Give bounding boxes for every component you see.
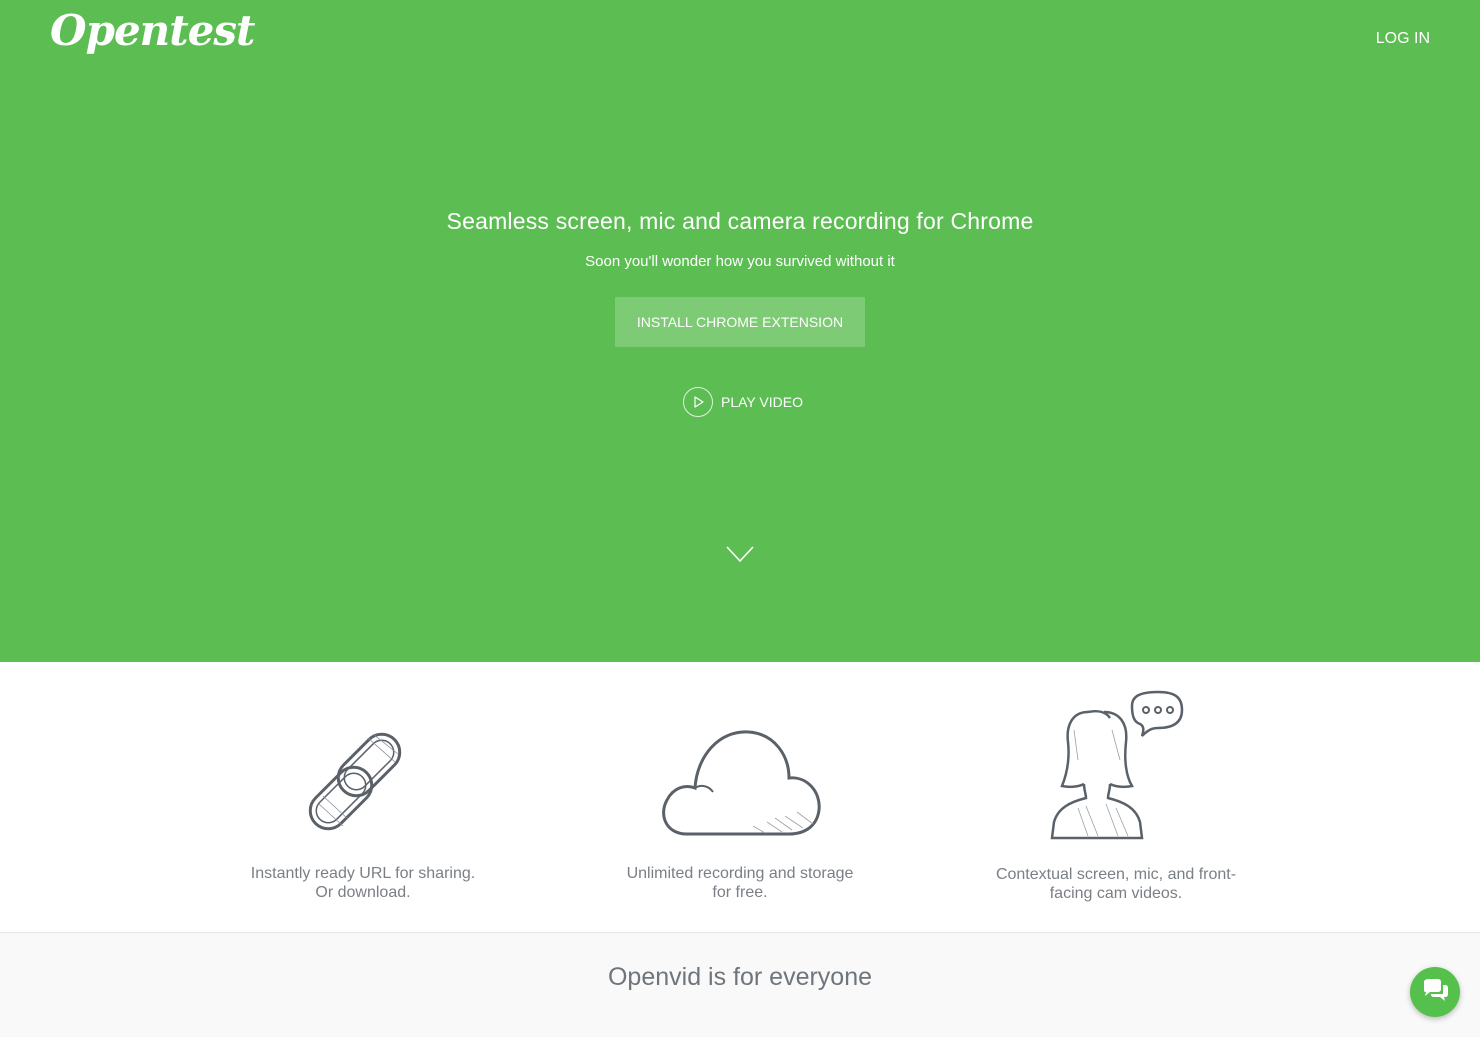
login-link[interactable]: LOG IN [1376,30,1430,48]
feature-sharing: Instantly ready URL for sharing. Or down… [213,864,513,902]
feature-contextual-line1: Contextual screen, mic, and front- [995,866,1237,883]
hero-headline: Seamless screen, mic and camera recordin… [446,208,1034,234]
feature-storage-line2: for free. [712,884,768,901]
section-title: Openvid is for everyone [607,963,873,991]
chat-bubbles-icon [1421,978,1449,1007]
features-section: Instantly ready URL for sharing. Or down… [0,662,1480,933]
bottom-section: Openvid is for everyone [0,933,1480,1037]
feature-storage: Unlimited recording and storage for free… [590,864,890,902]
hero-section: Opentest LOG IN Seamless screen, mic and… [0,0,1480,662]
play-video-button[interactable]: PLAY VIDEO [683,386,803,418]
logo[interactable]: Opentest [50,6,255,55]
feature-sharing-line2: Or download. [315,884,411,901]
play-icon [683,387,713,417]
feature-sharing-line1: Instantly ready URL for sharing. [250,865,476,882]
feature-storage-line1: Unlimited recording and storage [626,865,854,882]
play-video-label: PLAY VIDEO [721,394,803,410]
person-speech-bubble-icon [1048,690,1188,845]
cloud-icon [657,726,823,843]
feature-contextual-line2: facing cam videos. [1049,885,1183,902]
feature-contextual: Contextual screen, mic, and front- facin… [966,865,1266,903]
chevron-down-icon[interactable] [726,545,754,568]
install-extension-button[interactable]: INSTALL CHROME EXTENSION [615,297,865,347]
chat-button[interactable] [1410,967,1460,1017]
hero-subline: Soon you'll wonder how you survived with… [585,253,895,270]
link-chain-icon [303,724,423,844]
